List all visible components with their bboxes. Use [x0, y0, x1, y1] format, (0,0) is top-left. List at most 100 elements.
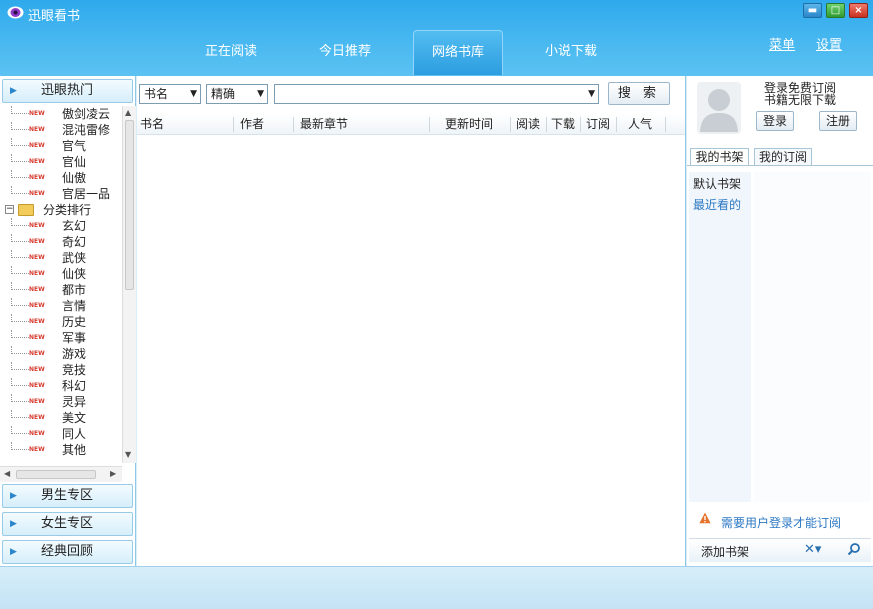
category-header-hot[interactable]: ▶ 迅眼热门: [2, 79, 133, 103]
tree-item-hot[interactable]: NEW 官仙: [0, 154, 122, 170]
search-field-select[interactable]: 书名 ▼: [139, 84, 201, 104]
scroll-left-icon[interactable]: ◀: [4, 469, 10, 478]
column-header-popularity[interactable]: 人气: [628, 114, 652, 134]
scroll-thumb[interactable]: [125, 120, 134, 290]
tree-vertical-scrollbar[interactable]: ▲ ▼: [122, 106, 136, 463]
eye-logo-icon: [7, 6, 24, 19]
tab-download[interactable]: 小说下载: [526, 30, 616, 75]
add-bookshelf-button[interactable]: 添加书架: [701, 543, 749, 560]
tree-item-category[interactable]: NEW 奇幻: [0, 234, 122, 250]
collapse-toggle-icon[interactable]: −: [5, 205, 14, 214]
search-button[interactable]: 搜 索: [608, 82, 670, 105]
promo-text: 书籍无限下载: [764, 93, 837, 107]
column-divider[interactable]: [510, 117, 511, 132]
tree-horizontal-scrollbar[interactable]: ◀ ▶: [0, 466, 122, 482]
tab-my-bookshelf[interactable]: 我的书架: [690, 148, 749, 166]
register-button[interactable]: 注册: [819, 111, 857, 131]
login-button[interactable]: 登录: [756, 111, 794, 131]
category-header-male[interactable]: ▶ 男生专区: [2, 484, 133, 508]
tree-connector: [11, 426, 29, 434]
tree-item-hot[interactable]: NEW 混沌雷修: [0, 122, 122, 138]
column-header-updated[interactable]: 更新时间: [445, 114, 493, 134]
bookshelf-list: 默认书架 最近看的: [689, 172, 751, 502]
category-header-female[interactable]: ▶ 女生专区: [2, 512, 133, 536]
search-icon[interactable]: [847, 542, 861, 556]
column-header-author[interactable]: 作者: [240, 114, 264, 134]
chevron-down-icon: ▼: [190, 89, 197, 99]
maximize-button[interactable]: □: [826, 3, 845, 18]
match-mode-select[interactable]: 精确 ▼: [206, 84, 268, 104]
tree-item-label: 官仙: [62, 155, 87, 169]
delete-icon[interactable]: ✕▾: [804, 542, 821, 557]
tree-connector: [11, 330, 29, 338]
column-header-title[interactable]: 书名: [140, 114, 164, 134]
new-badge: NEW: [29, 366, 45, 373]
column-header-download[interactable]: 下载: [551, 114, 575, 134]
tree-connector: [11, 266, 29, 274]
tab-my-subscriptions[interactable]: 我的订阅: [754, 148, 812, 166]
column-divider[interactable]: [665, 117, 666, 132]
column-divider[interactable]: [546, 117, 547, 132]
tree-item-category[interactable]: NEW 玄幻: [0, 218, 122, 234]
tree-connector: [11, 378, 29, 386]
close-button[interactable]: ×: [849, 3, 868, 18]
search-input[interactable]: ▼: [274, 84, 599, 104]
tree-item-category[interactable]: NEW 历史: [0, 314, 122, 330]
tree-item-label: 其他: [62, 443, 87, 457]
column-divider[interactable]: [580, 117, 581, 132]
tree-item-category[interactable]: NEW 同人: [0, 426, 122, 442]
new-badge: NEW: [29, 302, 45, 309]
tree-item-category[interactable]: NEW 竞技: [0, 362, 122, 378]
tree-item-hot[interactable]: NEW 官居一品: [0, 186, 122, 202]
tree-item-category[interactable]: NEW 言情: [0, 298, 122, 314]
settings-link[interactable]: 设置: [816, 34, 842, 53]
column-header-subscribe[interactable]: 订阅: [586, 114, 610, 134]
tab-recommend[interactable]: 今日推荐: [300, 30, 390, 75]
tree-item-hot[interactable]: NEW 仙傲: [0, 170, 122, 186]
new-badge: NEW: [29, 286, 45, 293]
bookshelf-content[interactable]: [754, 172, 871, 502]
title-bar: 迅眼看书 ▬ □ × 正在阅读 今日推荐 网络书库 小说下载 菜单 设置: [0, 0, 873, 76]
tree-group-categories[interactable]: − 分类排行: [0, 202, 122, 218]
column-divider[interactable]: [429, 117, 430, 132]
new-badge: NEW: [29, 158, 45, 165]
scroll-up-icon[interactable]: ▲: [125, 108, 131, 117]
login-required-notice[interactable]: 需要用户登录才能订阅: [721, 514, 841, 531]
tree-item-category[interactable]: NEW 都市: [0, 282, 122, 298]
tree-item-category[interactable]: NEW 军事: [0, 330, 122, 346]
match-mode-value: 精确: [211, 87, 236, 101]
column-header-latest-chapter[interactable]: 最新章节: [300, 114, 348, 134]
tab-reading[interactable]: 正在阅读: [186, 30, 276, 75]
shelf-item-recent[interactable]: 最近看的: [693, 196, 741, 213]
tree-item-label: 傲剑凌云: [62, 107, 111, 121]
book-table-header: 书名 作者 最新章节 更新时间 阅读 下载 订阅 人气: [137, 114, 685, 135]
tree-item-category[interactable]: NEW 其他: [0, 442, 122, 458]
tree-item-category[interactable]: NEW 武侠: [0, 250, 122, 266]
category-header-classic[interactable]: ▶ 经典回顾: [2, 540, 133, 564]
column-divider[interactable]: [233, 117, 234, 132]
scroll-down-icon[interactable]: ▼: [125, 450, 131, 459]
column-divider[interactable]: [293, 117, 294, 132]
tree-item-category[interactable]: NEW 科幻: [0, 378, 122, 394]
scroll-thumb[interactable]: [16, 470, 96, 479]
minimize-button[interactable]: ▬: [803, 3, 822, 18]
tree-item-hot[interactable]: NEW 傲剑凌云: [0, 106, 122, 122]
tree-item-hot[interactable]: NEW 官气: [0, 138, 122, 154]
tree-item-category[interactable]: NEW 灵异: [0, 394, 122, 410]
shelf-item-default[interactable]: 默认书架: [693, 175, 741, 192]
tree-item-category[interactable]: NEW 美文: [0, 410, 122, 426]
tab-divider: [687, 165, 873, 166]
chevron-down-icon: ▼: [257, 89, 264, 99]
scroll-right-icon[interactable]: ▶: [110, 469, 116, 478]
tree-connector: [11, 154, 29, 162]
column-header-read[interactable]: 阅读: [516, 114, 540, 134]
tree-item-category[interactable]: NEW 游戏: [0, 346, 122, 362]
tree-connector: [11, 122, 29, 130]
menu-link[interactable]: 菜单: [769, 34, 795, 53]
book-table-body[interactable]: [137, 136, 685, 564]
tree-item-category[interactable]: NEW 仙侠: [0, 266, 122, 282]
tree-item-label: 竞技: [62, 363, 87, 377]
tab-library[interactable]: 网络书库: [413, 30, 503, 75]
column-divider[interactable]: [616, 117, 617, 132]
category-sidebar: ▶ 迅眼热门 NEW 傲剑凌云 NEW 混沌雷修 NEW 官气 NEW 官仙 NEW 仙傲 NEW 官…: [0, 76, 136, 566]
